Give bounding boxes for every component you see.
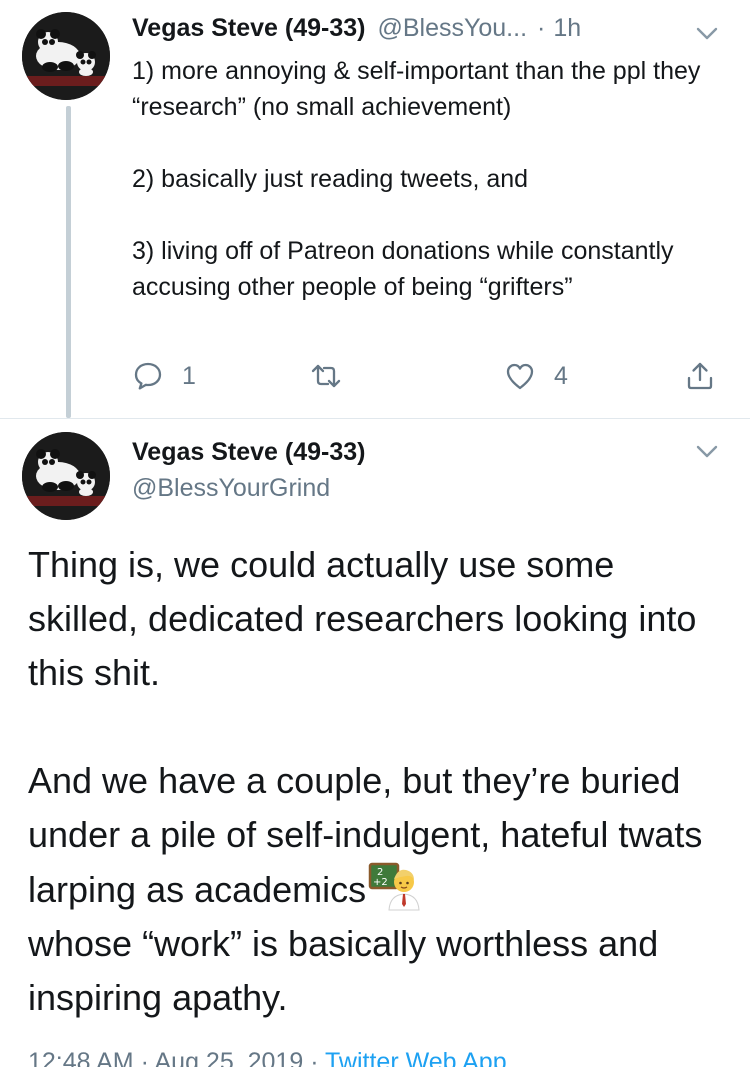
tweet-source-link[interactable]: Twitter Web App (325, 1048, 507, 1067)
reply-header: Vegas Steve (49-33) @BlessYou... · 1h (132, 14, 692, 50)
main-tweet: Vegas Steve (49-33) @BlessYourGrind Thin… (0, 420, 750, 1067)
reply-count: 1 (182, 361, 196, 390)
chevron-down-icon[interactable] (694, 20, 720, 46)
meta-separator: · (310, 1048, 319, 1067)
tweet-actions: 1 4 (132, 356, 722, 396)
reply-paragraph: 3) living off of Patreon donations while… (132, 237, 674, 301)
username-handle[interactable]: @BlessYou... (377, 14, 527, 43)
reply-paragraph: 2) basically just reading tweets, and (132, 165, 529, 193)
retweet-button[interactable] (310, 356, 342, 396)
tweet-paragraph-tail: whose “work” is basically worthless and … (28, 923, 659, 1018)
username-handle[interactable]: @BlessYourGrind (132, 474, 330, 503)
retweet-icon (311, 364, 341, 388)
main-tweet-text: Thing is, we could actually use some ski… (28, 538, 728, 1025)
tweet-paragraph: Thing is, we could actually use some ski… (28, 544, 697, 693)
reply-tweet[interactable]: Vegas Steve (49-33) @BlessYou... · 1h 1)… (0, 0, 750, 420)
svg-text:+2: +2 (373, 877, 388, 888)
avatar[interactable] (22, 12, 110, 100)
meta-separator: · (140, 1048, 149, 1067)
reply-icon (134, 362, 162, 390)
display-name[interactable]: Vegas Steve (49-33) (132, 438, 365, 467)
tweet-meta: 12:48 AM · Aug 25, 2019 · Twitter Web Ap… (28, 1048, 507, 1067)
reply-tweet-text: 1) more annoying & self-important than t… (132, 53, 732, 305)
like-count: 4 (554, 361, 568, 390)
teacher-emoji-icon: 2 +2 (368, 862, 420, 912)
like-button[interactable]: 4 (504, 356, 568, 396)
panda-avatar-image (22, 12, 110, 100)
tweet-date[interactable]: Aug 25, 2019 (155, 1048, 304, 1067)
separator-dot: · (537, 14, 546, 42)
tweet-paragraph-text: And we have a couple, but they’re buried… (28, 760, 703, 910)
display-name[interactable]: Vegas Steve (49-33) (132, 14, 365, 43)
heart-icon (506, 363, 534, 390)
tweet-thread-view: Vegas Steve (49-33) @BlessYou... · 1h 1)… (0, 0, 750, 1067)
timestamp[interactable]: 1h (553, 14, 581, 43)
chevron-down-icon[interactable] (694, 438, 720, 464)
thread-connector-line (66, 106, 71, 418)
share-icon (687, 362, 713, 390)
share-button[interactable] (684, 356, 716, 396)
tweet-time[interactable]: 12:48 AM (28, 1048, 134, 1067)
reply-paragraph: 1) more annoying & self-important than t… (132, 57, 701, 121)
reply-button[interactable]: 1 (132, 356, 196, 396)
panda-avatar-image (22, 432, 110, 520)
avatar[interactable] (22, 432, 110, 520)
tweet-divider (0, 418, 750, 419)
tweet-paragraph: And we have a couple, but they’re buried… (28, 754, 728, 917)
